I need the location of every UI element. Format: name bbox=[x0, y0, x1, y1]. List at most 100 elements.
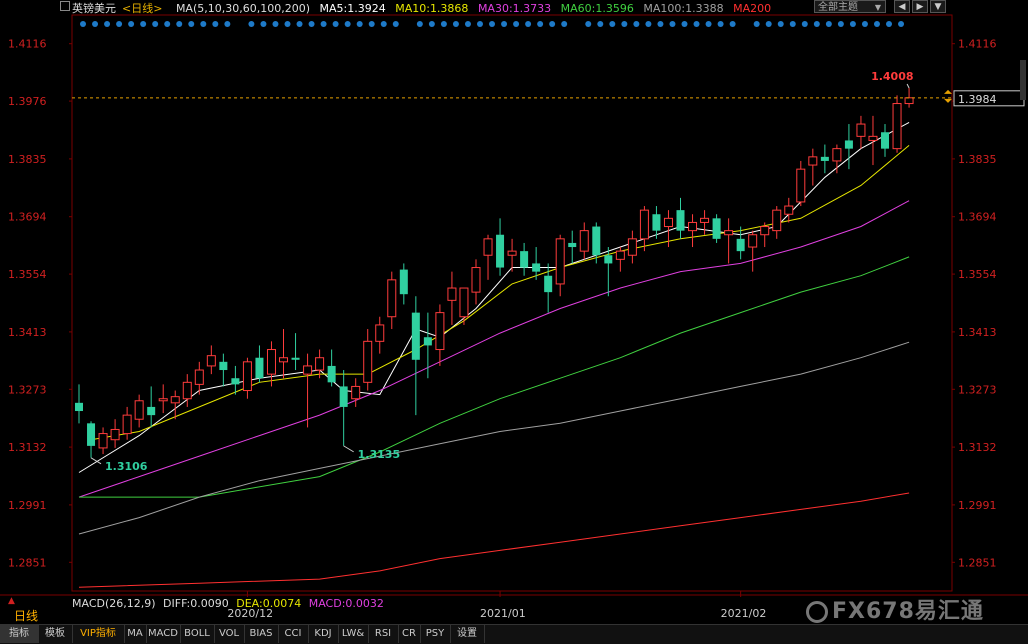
macd-diff: DIFF:0.0090 bbox=[163, 597, 229, 610]
event-dot bbox=[765, 21, 772, 27]
event-dot bbox=[332, 21, 339, 27]
indicator-tab-bar: 指标 模板 VIP指标 MA MACD BOLL VOL BIAS CCI KDJ LW& RSI CR… bbox=[0, 624, 1028, 644]
ma-line-ma10 bbox=[90, 145, 910, 441]
tab-设置[interactable]: 设置 bbox=[450, 625, 485, 643]
event-dot bbox=[368, 21, 375, 27]
candle-body-up bbox=[279, 357, 289, 363]
event-dot bbox=[284, 21, 291, 27]
scrollbar-thumb bbox=[1020, 60, 1026, 100]
candle-body-up bbox=[170, 396, 180, 404]
ma60-value: MA60:1.3596 bbox=[560, 2, 634, 15]
chart-settings-icon[interactable]: ▼ bbox=[930, 0, 946, 13]
fx678-logo: FX678易汇通 bbox=[806, 593, 984, 625]
tab-bias[interactable]: BIAS bbox=[244, 625, 279, 643]
tab-macd[interactable]: MACD bbox=[146, 625, 181, 643]
candle-body-down bbox=[147, 406, 156, 416]
event-dot bbox=[693, 21, 700, 27]
event-dot bbox=[705, 21, 712, 27]
candle-body-up bbox=[387, 279, 397, 318]
candle-body-up bbox=[663, 217, 673, 228]
event-dot bbox=[813, 21, 820, 27]
candle-body-up bbox=[98, 433, 108, 449]
candle-body-down bbox=[291, 357, 300, 360]
event-dot bbox=[464, 21, 471, 27]
candle-body-up bbox=[194, 369, 204, 385]
tab-vol[interactable]: VOL bbox=[214, 625, 245, 643]
tab-rsi[interactable]: RSI bbox=[368, 625, 399, 643]
candle-body-up bbox=[266, 349, 276, 375]
candle-body-up bbox=[351, 385, 361, 400]
candle-body-up bbox=[375, 324, 385, 342]
indicator-toggle-icon[interactable] bbox=[60, 1, 70, 11]
chart-next-icon[interactable]: ▶ bbox=[912, 0, 928, 13]
candle-body-down bbox=[712, 218, 721, 239]
candle-body-up bbox=[627, 238, 637, 256]
event-dot bbox=[898, 21, 905, 27]
candle-body-down bbox=[736, 238, 745, 252]
price-arrow-icon bbox=[944, 89, 952, 94]
candle-body-down bbox=[676, 210, 685, 231]
tab-kdj[interactable]: KDJ bbox=[308, 625, 339, 643]
candle-body-down bbox=[87, 423, 96, 446]
event-dot bbox=[260, 21, 267, 27]
tab-vip指标[interactable]: VIP指标 bbox=[72, 625, 125, 643]
price-arrow-icon bbox=[944, 98, 952, 103]
tab-模板[interactable]: 模板 bbox=[38, 625, 73, 643]
candle-body-up bbox=[748, 234, 758, 248]
theme-select[interactable]: 全部主题 ▼ bbox=[814, 0, 886, 13]
candle-body-up bbox=[507, 250, 517, 256]
logo-text: FX678易汇通 bbox=[832, 599, 984, 624]
event-dot bbox=[753, 21, 760, 27]
event-dot bbox=[645, 21, 652, 27]
tab-ma[interactable]: MA bbox=[124, 625, 147, 643]
candle-body-down bbox=[423, 337, 432, 346]
tab-psy[interactable]: PSY bbox=[420, 625, 451, 643]
period-tag: <日线> bbox=[122, 2, 163, 15]
y-tick-left: 1.3132 bbox=[8, 441, 47, 454]
candle-body-down bbox=[844, 140, 853, 149]
y-tick-left: 1.3835 bbox=[8, 153, 47, 166]
event-dot bbox=[212, 21, 219, 27]
chart-prev-icon[interactable]: ◀ bbox=[894, 0, 910, 13]
candle-body-up bbox=[303, 365, 313, 375]
candle-body-up bbox=[122, 414, 132, 435]
y-tick-right: 1.3835 bbox=[958, 153, 997, 166]
y-tick-left: 1.4116 bbox=[8, 38, 47, 51]
candle-body-down bbox=[231, 378, 240, 385]
event-dot bbox=[537, 21, 544, 27]
tab-boll[interactable]: BOLL bbox=[180, 625, 215, 643]
candle-body-up bbox=[832, 148, 842, 162]
y-tick-left: 1.3976 bbox=[8, 95, 47, 108]
event-dot bbox=[681, 21, 688, 27]
tab-lw[interactable]: LW& bbox=[338, 625, 369, 643]
tab-cci[interactable]: CCI bbox=[278, 625, 309, 643]
candle-body-down bbox=[496, 234, 505, 268]
candle-body-up bbox=[579, 230, 589, 252]
candle-body-down bbox=[532, 263, 541, 272]
event-dot bbox=[549, 21, 556, 27]
candle-body-up bbox=[182, 381, 192, 400]
period-label[interactable]: 日线 bbox=[14, 607, 38, 624]
event-dot bbox=[152, 21, 159, 27]
tab-指标[interactable]: 指标 bbox=[0, 625, 39, 643]
candle-body-down bbox=[592, 226, 601, 256]
event-dot bbox=[80, 21, 86, 27]
candle-body-up bbox=[459, 287, 469, 318]
event-dot bbox=[669, 21, 676, 27]
event-dot bbox=[356, 21, 363, 27]
candle-body-down bbox=[520, 251, 529, 268]
candle-body-up bbox=[110, 428, 120, 441]
theme-select-label: 全部主题 bbox=[818, 2, 858, 13]
candle-body-down bbox=[604, 255, 613, 264]
event-dot bbox=[476, 21, 483, 27]
y-tick-left: 1.3273 bbox=[8, 383, 47, 396]
chevron-down-icon: ▼ bbox=[874, 3, 881, 12]
x-tick-label: 2021/02 bbox=[721, 607, 767, 620]
y-tick-right: 1.3554 bbox=[958, 268, 997, 281]
tab-cr[interactable]: CR bbox=[398, 625, 421, 643]
candle-body-up bbox=[134, 400, 144, 420]
candle-body-down bbox=[544, 275, 553, 293]
candle-body-up bbox=[315, 357, 325, 371]
macd-params: MACD(26,12,9) bbox=[72, 597, 156, 610]
candle-body-up bbox=[796, 168, 806, 203]
